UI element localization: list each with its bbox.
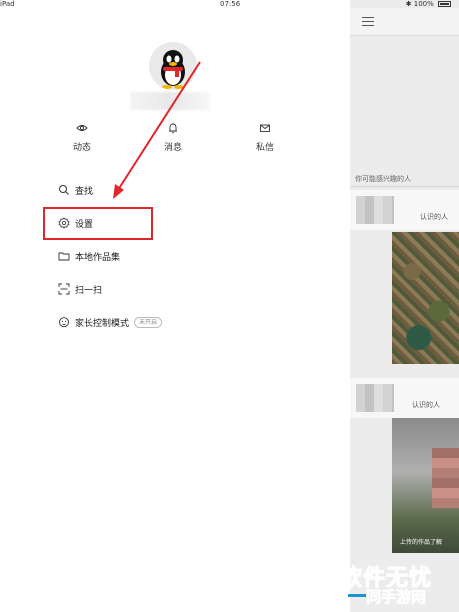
main-panel-peek: 你可能感兴趣的人 认识的人 认识的人 上传的作品了解 — [350, 0, 459, 612]
status-time: 07:56 — [220, 0, 241, 8]
photo-caption: 上传的作品了解 — [400, 539, 443, 546]
bluetooth-icon: ✱ — [405, 0, 412, 8]
panel-header — [350, 8, 459, 36]
watermark-dash — [348, 594, 366, 597]
blurred-avatar — [356, 196, 394, 224]
friend-label: 认识的人 — [412, 401, 440, 409]
suggested-photo[interactable] — [392, 418, 459, 553]
battery-indicator: ✱ 100% — [406, 0, 451, 8]
battery-icon — [438, 1, 451, 7]
friend-label: 认识的人 — [420, 213, 448, 221]
watermark-logo: 软件无忧 同手游网 — [339, 560, 459, 612]
friend-suggestion-row[interactable]: 认识的人 — [350, 378, 459, 418]
divider — [350, 186, 459, 187]
friend-suggestion-row[interactable]: 认识的人 — [350, 190, 459, 230]
status-bar: iPad 07:56 ✱ 100% — [0, 0, 459, 8]
blurred-face — [432, 448, 459, 508]
menu-icon[interactable] — [362, 17, 374, 27]
battery-percent: 100% — [413, 0, 434, 8]
section-title: 你可能感兴趣的人 — [355, 175, 411, 183]
watermark-line2: 同手游网 — [366, 588, 427, 607]
blurred-avatar — [356, 384, 394, 412]
device-name: iPad — [0, 0, 15, 8]
suggested-photo[interactable] — [392, 232, 459, 364]
